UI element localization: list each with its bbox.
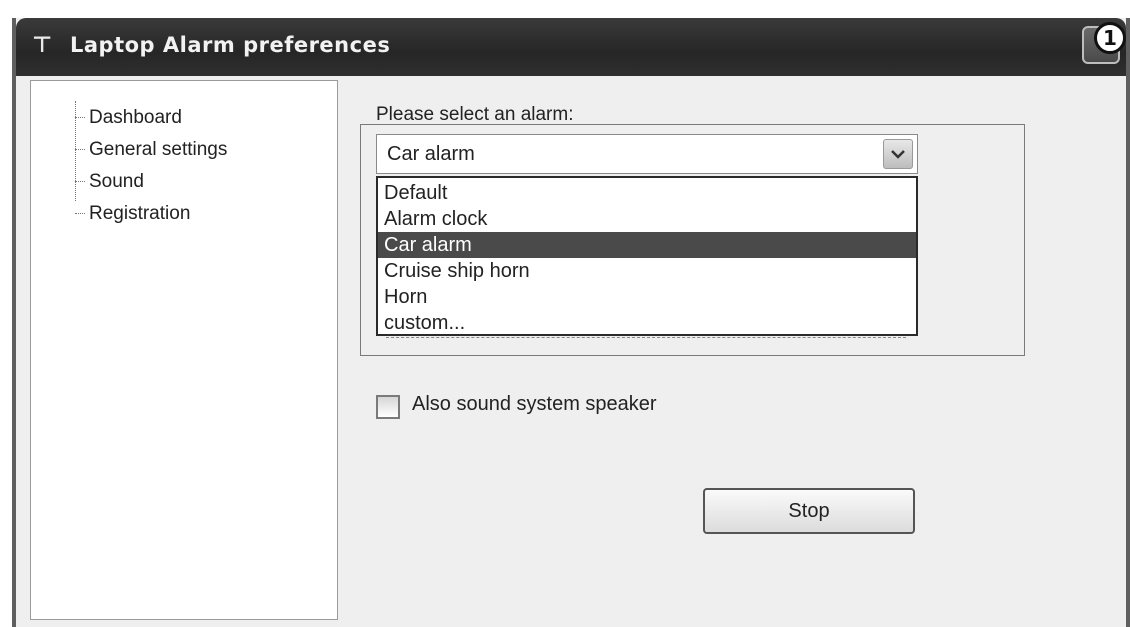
alarm-select-prompt: Please select an alarm: xyxy=(376,104,574,125)
volume-slider-ticks xyxy=(386,337,906,344)
alarm-option-horn[interactable]: Horn xyxy=(378,284,916,310)
tree-item-registration[interactable]: Registration xyxy=(75,199,190,229)
alarm-option-default[interactable]: Default xyxy=(378,180,916,206)
dropdown-toggle-button[interactable] xyxy=(883,139,913,169)
tree-item-sound[interactable]: Sound xyxy=(75,167,144,197)
alarm-options-list: Default Alarm clock Car alarm Cruise shi… xyxy=(376,176,918,336)
settings-tree: Dashboard General settings Sound Registr… xyxy=(30,80,338,620)
stop-button[interactable]: Stop xyxy=(703,488,915,534)
tree-item-general-settings[interactable]: General settings xyxy=(75,135,227,165)
tree-item-label: Sound xyxy=(89,171,144,192)
tree-item-dashboard[interactable]: Dashboard xyxy=(75,103,182,133)
alarm-selected-value: Car alarm xyxy=(387,143,475,165)
window-title: Laptop Alarm preferences xyxy=(70,33,391,57)
alarm-option-cruise-ship-horn[interactable]: Cruise ship horn xyxy=(378,258,916,284)
chevron-down-icon xyxy=(891,150,905,159)
tree-item-label: Registration xyxy=(89,203,191,224)
tree-item-label: Dashboard xyxy=(89,107,182,128)
system-speaker-checkbox[interactable] xyxy=(376,395,400,419)
alarm-select-dropdown[interactable]: Car alarm xyxy=(376,134,918,174)
tree-item-label: General settings xyxy=(89,139,228,160)
alarm-option-car-alarm[interactable]: Car alarm xyxy=(378,232,916,258)
step-number-badge: 1 xyxy=(1094,22,1126,54)
alarm-symbol-icon: ⊤ xyxy=(32,33,53,58)
title-bar[interactable]: ⊤ Laptop Alarm preferences xyxy=(16,18,1126,76)
system-speaker-label: Also sound system speaker xyxy=(412,393,657,415)
alarm-option-custom[interactable]: custom... xyxy=(378,310,916,334)
alarm-option-alarm-clock[interactable]: Alarm clock xyxy=(378,206,916,232)
